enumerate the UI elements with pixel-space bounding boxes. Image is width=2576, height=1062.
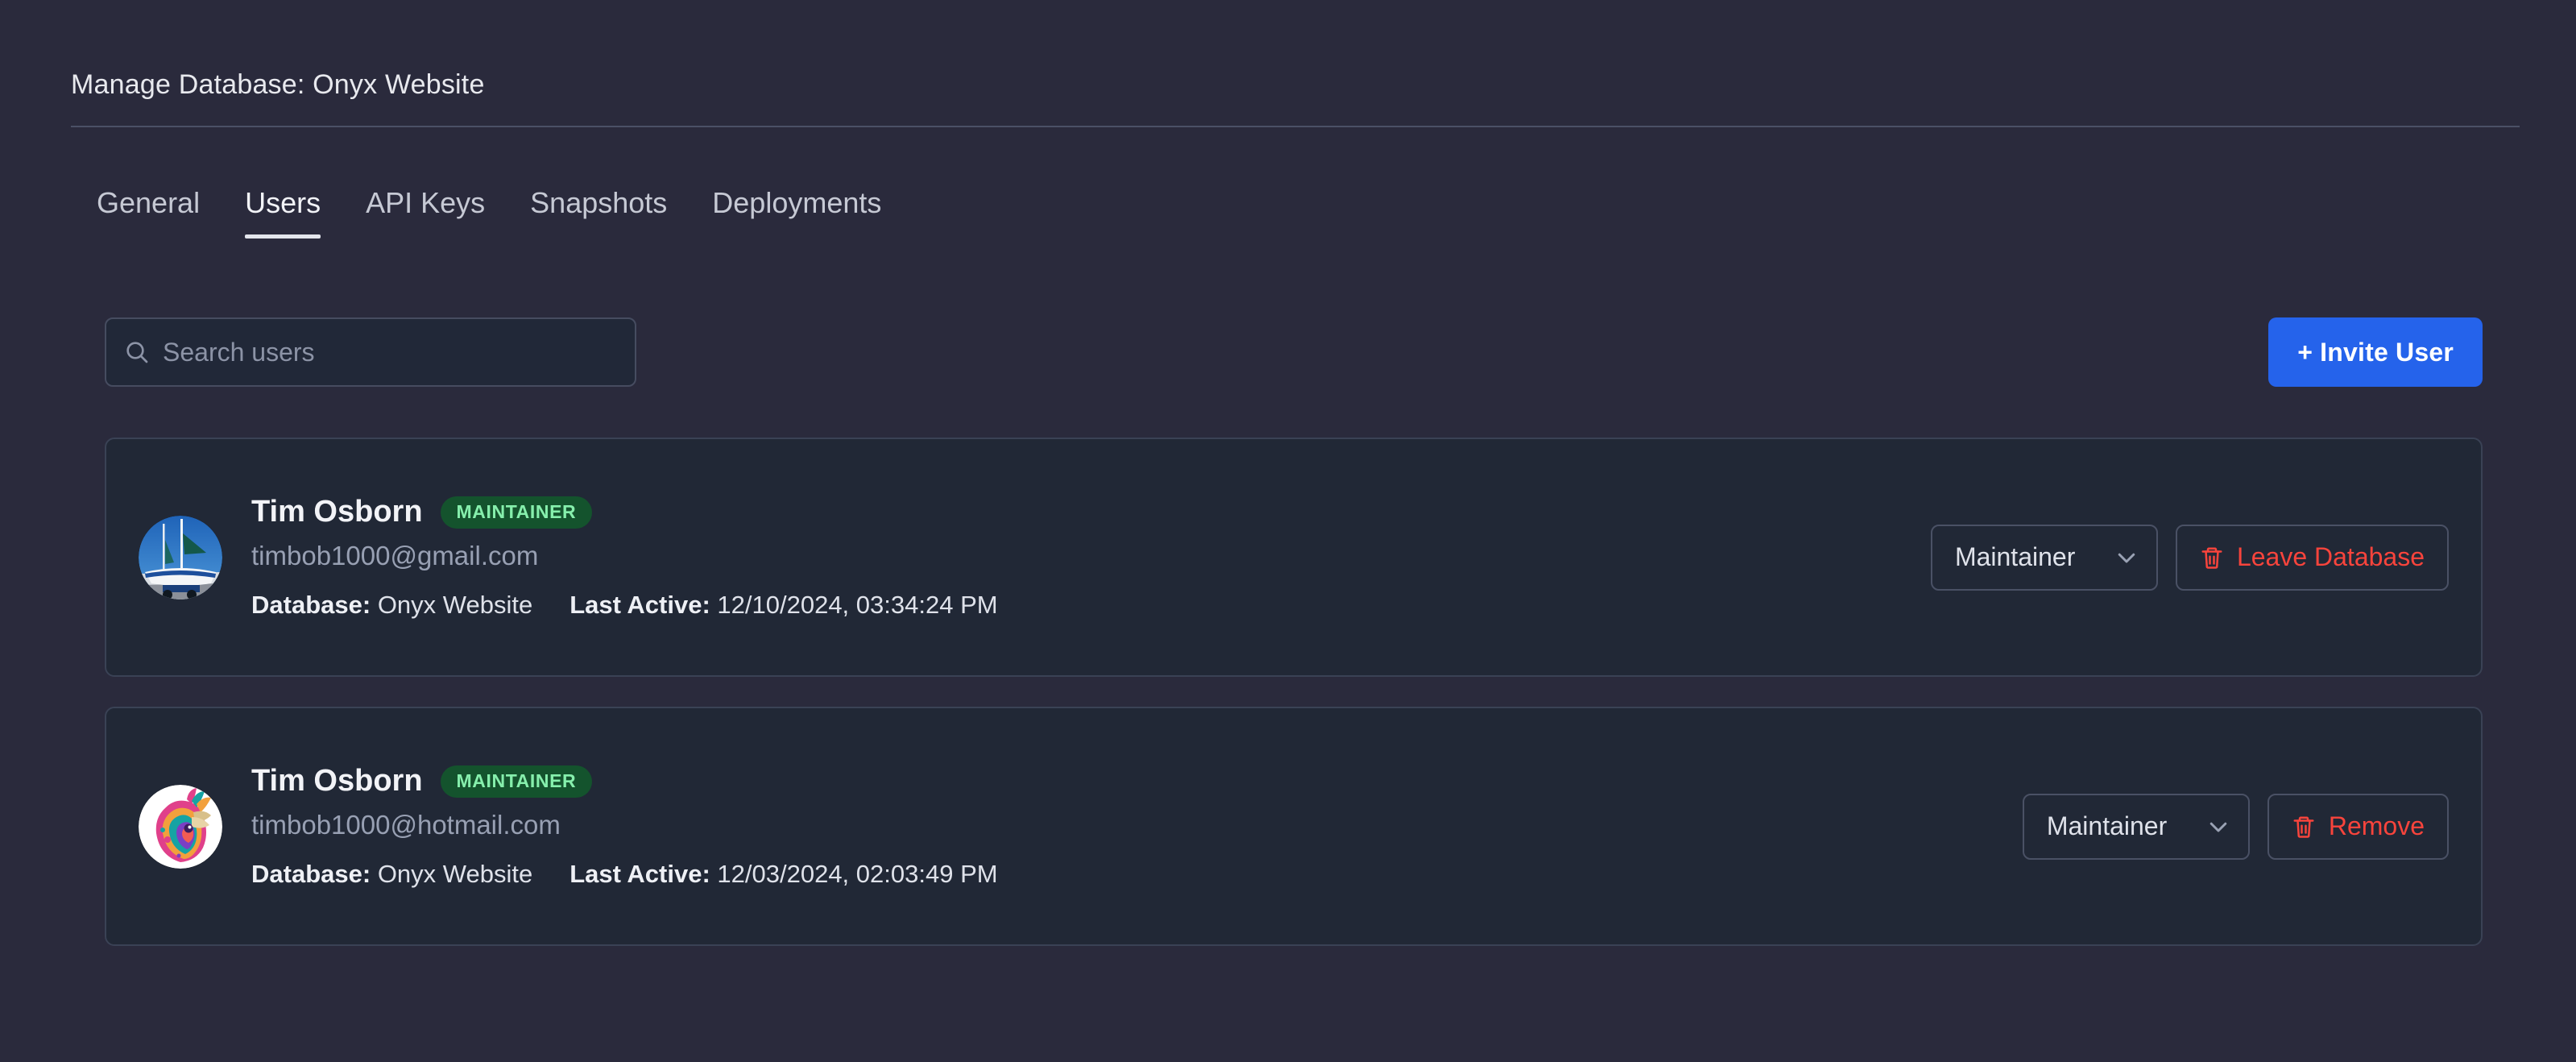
search-input[interactable] [163,337,617,367]
remove-user-button[interactable]: Remove [2267,793,2449,860]
role-badge: MAINTAINER [440,496,593,529]
settings-tabs: General Users API Keys Snapshots Deploym… [97,185,907,239]
chevron-down-icon [2114,546,2139,570]
user-info: Tim Osborn MAINTAINER timbob1000@gmail.c… [251,495,1907,620]
database-meta: Database: Onyx Website [251,591,532,620]
users-list: Tim Osborn MAINTAINER timbob1000@gmail.c… [105,438,2483,976]
invite-user-button[interactable]: + Invite User [2268,317,2483,387]
search-users-field[interactable] [105,317,636,387]
database-value: Onyx Website [377,860,533,888]
user-meta: Database: Onyx Website Last Active: 12/1… [251,591,1907,620]
trash-icon [2292,814,2316,840]
manage-database-page: Manage Database: Onyx Website General Us… [0,0,2576,1062]
users-toolbar: + Invite User [105,317,2483,387]
leave-database-button[interactable]: Leave Database [2175,524,2449,591]
database-value: Onyx Website [377,591,533,619]
last-active-label: Last Active: [569,860,710,888]
tab-api-keys[interactable]: API Keys [366,185,511,239]
user-email: timbob1000@hotmail.com [251,810,561,840]
trash-icon [2200,545,2224,570]
role-select-value: Maintainer [1954,542,2076,571]
tab-users[interactable]: Users [245,185,346,239]
last-active-meta: Last Active: 12/03/2024, 02:03:49 PM [569,860,997,889]
page-title: Manage Database: Onyx Website [71,69,485,100]
last-active-value: 12/03/2024, 02:03:49 PM [717,860,998,888]
remove-user-label: Remove [2328,811,2425,840]
user-name: Tim Osborn [251,764,423,798]
user-actions: Maintainer [1930,524,2449,591]
user-name: Tim Osborn [251,495,423,529]
user-info: Tim Osborn MAINTAINER timbob1000@hotmail… [251,764,1998,889]
last-active-meta: Last Active: 12/10/2024, 03:34:24 PM [569,591,997,620]
chevron-down-icon [2206,815,2230,839]
role-select[interactable]: Maintainer [1930,524,2158,591]
user-meta: Database: Onyx Website Last Active: 12/0… [251,860,1998,889]
tab-general[interactable]: General [97,185,226,239]
user-name-row: Tim Osborn MAINTAINER [251,495,1907,529]
leave-database-label: Leave Database [2236,542,2425,571]
user-actions: Maintainer [2022,793,2449,860]
tab-snapshots[interactable]: Snapshots [530,185,693,239]
search-icon [124,339,150,365]
avatar [139,784,222,869]
database-label: Database: [251,860,371,888]
database-meta: Database: Onyx Website [251,860,532,889]
user-row: Tim Osborn MAINTAINER timbob1000@gmail.c… [105,438,2483,677]
role-select-value: Maintainer [2046,811,2168,840]
avatar [139,515,222,599]
user-row: Tim Osborn MAINTAINER timbob1000@hotmail… [105,707,2483,946]
user-email: timbob1000@gmail.com [251,541,539,570]
tab-deployments[interactable]: Deployments [712,185,907,239]
role-badge: MAINTAINER [440,765,593,798]
user-name-row: Tim Osborn MAINTAINER [251,764,1998,799]
last-active-label: Last Active: [569,591,710,619]
header-divider [71,126,2520,127]
last-active-value: 12/10/2024, 03:34:24 PM [717,591,998,619]
database-label: Database: [251,591,371,619]
role-select[interactable]: Maintainer [2022,793,2250,860]
page-header: Manage Database: Onyx Website [71,68,2520,101]
